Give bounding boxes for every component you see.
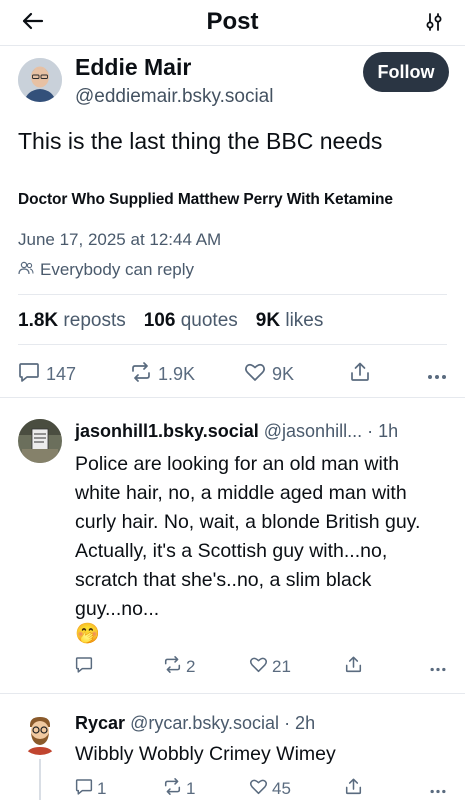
like-button[interactable]: 9K: [244, 362, 350, 387]
reply-setting[interactable]: Everybody can reply: [18, 260, 194, 280]
share-button[interactable]: [350, 362, 424, 387]
reply-author-name[interactable]: Rycar: [75, 713, 125, 733]
top-bar: Post: [0, 0, 465, 46]
repost-button[interactable]: 2: [163, 656, 249, 678]
divider: [18, 294, 447, 295]
reply-text: Police are looking for an old man with w…: [75, 453, 421, 620]
likes-stat[interactable]: 9K likes: [256, 310, 324, 332]
reply-author-name[interactable]: jasonhill1.bsky.social: [75, 421, 259, 441]
heart-icon: [249, 778, 268, 800]
quotes-stat[interactable]: 106 quotes: [144, 310, 238, 332]
comment-icon: [75, 656, 93, 678]
thread-settings-button[interactable]: [419, 10, 449, 38]
reply-text: Wibbly Wobbly Crimey Wimey: [75, 743, 336, 765]
reply-item[interactable]: jasonhill1.bsky.social @jasonhill... · 1…: [0, 397, 465, 693]
more-options-button[interactable]: [427, 364, 447, 385]
reply-button[interactable]: 147: [18, 362, 130, 387]
reply-button[interactable]: 1: [75, 778, 163, 800]
avatar[interactable]: [18, 419, 62, 463]
reply-author-handle[interactable]: @jasonhill...: [264, 421, 362, 441]
repost-icon: [130, 361, 152, 387]
reply-item[interactable]: Rycar @rycar.bsky.social · 2h Wibbly Wob…: [0, 693, 465, 800]
people-icon: [18, 260, 34, 280]
post-text: This is the last thing the BBC needs: [18, 128, 383, 154]
reply-header: Rycar @rycar.bsky.social · 2h: [75, 713, 315, 734]
divider: [18, 344, 447, 345]
more-options-button[interactable]: [429, 779, 447, 799]
reply-author-handle[interactable]: @rycar.bsky.social: [130, 713, 279, 733]
reply-actions: 2 21: [75, 655, 447, 679]
heart-icon: [249, 656, 268, 678]
comment-icon: [75, 778, 93, 800]
link-headline[interactable]: Doctor Who Supplied Matthew Perry With K…: [18, 191, 393, 209]
repost-icon: [163, 656, 182, 678]
post-date: June 17, 2025 at 12:44 AM: [18, 230, 222, 249]
reply-emoji: 🤭: [75, 623, 100, 645]
page-title: Post: [206, 8, 259, 35]
reply-button[interactable]: [75, 656, 163, 678]
avatar[interactable]: [18, 58, 62, 102]
author-name[interactable]: Eddie Mair: [75, 54, 191, 81]
author-handle[interactable]: @eddiemair.bsky.social: [75, 86, 273, 108]
repost-button[interactable]: 1: [163, 778, 249, 800]
more-icon: [429, 779, 447, 799]
more-icon: [427, 364, 447, 385]
more-options-button[interactable]: [429, 657, 447, 677]
reply-header: jasonhill1.bsky.social @jasonhill... · 1…: [75, 421, 398, 442]
repost-button[interactable]: 1.9K: [130, 361, 244, 387]
follow-button[interactable]: Follow: [363, 52, 449, 92]
comment-icon: [18, 362, 40, 387]
share-icon: [345, 778, 362, 800]
reposts-stat[interactable]: 1.8K reposts: [18, 310, 126, 332]
post-stats: 1.8K reposts 106 quotes 9K likes: [18, 310, 323, 332]
like-button[interactable]: 45: [249, 778, 345, 800]
reply-actions: 1 1 45: [75, 777, 447, 800]
heart-icon: [244, 362, 266, 387]
share-button[interactable]: [345, 656, 405, 678]
share-icon: [345, 656, 362, 678]
reply-setting-label: Everybody can reply: [40, 260, 195, 279]
reply-time: · 1h: [367, 421, 399, 441]
like-button[interactable]: 21: [249, 656, 345, 678]
more-icon: [429, 657, 447, 677]
share-button[interactable]: [345, 778, 405, 800]
reply-time: · 2h: [284, 713, 316, 733]
sliders-icon: [424, 12, 444, 37]
repost-icon: [163, 778, 182, 800]
avatar[interactable]: [18, 711, 62, 755]
thread-line: [39, 759, 41, 800]
share-icon: [350, 362, 370, 387]
post-actions: 147 1.9K 9K: [18, 360, 447, 388]
